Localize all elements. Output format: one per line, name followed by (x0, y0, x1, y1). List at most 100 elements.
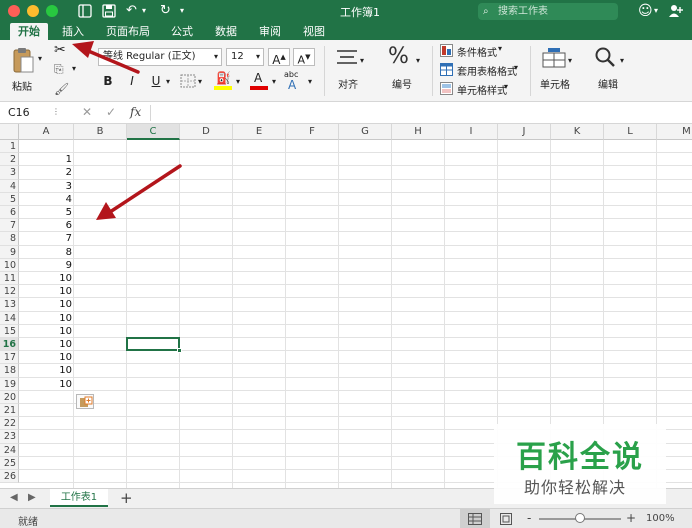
fill-color-dropdown-icon[interactable]: ▾ (236, 77, 240, 86)
close-window-button[interactable] (8, 5, 20, 17)
column-header-b[interactable]: B (74, 124, 127, 140)
add-sheet-button[interactable]: + (120, 489, 133, 507)
undo-icon[interactable]: ↶ (126, 2, 137, 20)
normal-view-button[interactable] (460, 509, 490, 528)
cell-a4[interactable]: 3 (19, 180, 74, 193)
minimize-window-button[interactable] (27, 5, 39, 17)
smiley-icon[interactable]: ☺ (638, 2, 653, 20)
row-header[interactable]: 11 (0, 272, 19, 286)
column-header-f[interactable]: F (286, 124, 339, 140)
column-header-c[interactable]: C (127, 124, 180, 140)
grow-font-button[interactable]: A▲ (268, 48, 290, 67)
tab-data[interactable]: 数据 (208, 23, 244, 40)
select-all-corner[interactable] (0, 124, 19, 140)
cells-dropdown-icon[interactable]: ▾ (568, 56, 572, 65)
column-header-i[interactable]: I (445, 124, 498, 140)
add-person-icon[interactable] (668, 2, 684, 24)
zoom-in-button[interactable]: + (626, 511, 636, 525)
cell-a19[interactable]: 10 (19, 378, 74, 391)
cell-a18[interactable]: 10 (19, 364, 74, 377)
row-header[interactable]: 10 (0, 258, 19, 272)
next-sheet-icon[interactable]: ▶ (28, 492, 36, 503)
fill-color-button[interactable]: ⛽ (214, 71, 232, 91)
borders-button[interactable] (180, 74, 196, 88)
column-header-k[interactable]: K (551, 124, 604, 140)
row-header[interactable]: 20 (0, 390, 19, 404)
row-header[interactable]: 1 (0, 140, 19, 154)
editing-button[interactable]: 编辑 (590, 46, 624, 92)
row-header[interactable]: 12 (0, 285, 19, 299)
tab-review[interactable]: 审阅 (252, 23, 288, 40)
number-format-button[interactable]: % 编号 (384, 44, 418, 92)
sidebar-toggle-icon[interactable] (78, 2, 92, 24)
phonetic-button[interactable]: abc A (284, 70, 306, 92)
column-header-e[interactable]: E (233, 124, 286, 140)
row-header[interactable]: 5 (0, 192, 19, 206)
column-header-g[interactable]: G (339, 124, 392, 140)
row-header[interactable]: 13 (0, 298, 19, 312)
align-dropdown-icon[interactable]: ▾ (360, 56, 364, 65)
tab-view[interactable]: 视图 (296, 23, 332, 40)
font-color-button[interactable]: A (250, 71, 268, 91)
column-header-h[interactable]: H (392, 124, 445, 140)
column-header-j[interactable]: J (498, 124, 551, 140)
phonetic-dropdown-icon[interactable]: ▾ (308, 77, 312, 86)
row-header[interactable]: 25 (0, 456, 19, 470)
cell-a8[interactable]: 7 (19, 232, 74, 245)
row-header[interactable]: 14 (0, 311, 19, 325)
maximize-window-button[interactable] (46, 5, 58, 17)
format-painter-icon[interactable]: 🖌 (54, 82, 69, 96)
save-icon[interactable] (102, 2, 116, 24)
row-header[interactable]: 4 (0, 179, 19, 193)
enter-icon[interactable]: ✓ (106, 105, 116, 119)
cell-a14[interactable]: 10 (19, 312, 74, 325)
row-header[interactable]: 2 (0, 153, 19, 167)
formula-input[interactable] (150, 105, 688, 121)
underline-dropdown-icon[interactable]: ▾ (166, 77, 170, 86)
cancel-icon[interactable]: ✕ (82, 105, 92, 119)
column-header-l[interactable]: L (604, 124, 657, 140)
underline-button[interactable]: U (146, 72, 166, 90)
insert-function-icon[interactable]: fx (130, 105, 141, 119)
font-color-dropdown-icon[interactable]: ▾ (272, 77, 276, 86)
row-header[interactable]: 24 (0, 443, 19, 457)
row-header[interactable]: 16 (0, 338, 19, 352)
row-header[interactable]: 9 (0, 245, 19, 259)
copy-icon[interactable]: ⎘ (54, 62, 64, 77)
cell-a15[interactable]: 10 (19, 325, 74, 338)
zoom-out-button[interactable]: - (527, 511, 531, 525)
customize-toolbar-icon[interactable]: ▾ (180, 2, 184, 20)
italic-button[interactable]: I (122, 72, 142, 90)
cell-a6[interactable]: 5 (19, 206, 74, 219)
alignment-button[interactable]: 对齐 (330, 46, 364, 92)
page-layout-view-button[interactable] (494, 509, 518, 528)
borders-dropdown-icon[interactable]: ▾ (198, 77, 202, 86)
column-header-m[interactable]: M (657, 124, 692, 140)
tab-insert[interactable]: 插入 (54, 23, 92, 40)
feedback-dropdown-icon[interactable]: ▾ (654, 2, 658, 20)
row-header[interactable]: 21 (0, 404, 19, 418)
cell-styles-button[interactable]: 单元格样式 ▾ (440, 81, 530, 97)
name-box-dropdown-icon[interactable]: ⋮ (52, 107, 60, 116)
row-header[interactable]: 15 (0, 324, 19, 338)
copy-dropdown-icon[interactable]: ▾ (72, 64, 76, 73)
undo-dropdown-icon[interactable]: ▾ (142, 2, 146, 20)
conditional-format-button[interactable]: 条件格式 ▾ (440, 43, 530, 59)
fill-handle[interactable] (177, 348, 182, 354)
cell-a2[interactable]: 1 (19, 153, 74, 166)
table-format-button[interactable]: 套用表格格式 ▾ (440, 62, 530, 78)
row-header[interactable]: 6 (0, 206, 19, 220)
cell-a9[interactable]: 8 (19, 246, 74, 259)
row-header[interactable]: 18 (0, 364, 19, 378)
selected-cell[interactable] (126, 337, 180, 352)
column-header-d[interactable]: D (180, 124, 233, 140)
shrink-font-button[interactable]: A▼ (293, 48, 315, 67)
cell-a11[interactable]: 10 (19, 272, 74, 285)
sheet-tab-active[interactable]: 工作表1 (50, 489, 108, 507)
edit-dropdown-icon[interactable]: ▾ (620, 56, 624, 65)
row-header[interactable]: 22 (0, 417, 19, 431)
cell-a16[interactable]: 10 (19, 338, 74, 351)
cell-a12[interactable]: 10 (19, 285, 74, 298)
row-header[interactable]: 26 (0, 470, 19, 484)
prev-sheet-icon[interactable]: ◀ (10, 492, 18, 503)
